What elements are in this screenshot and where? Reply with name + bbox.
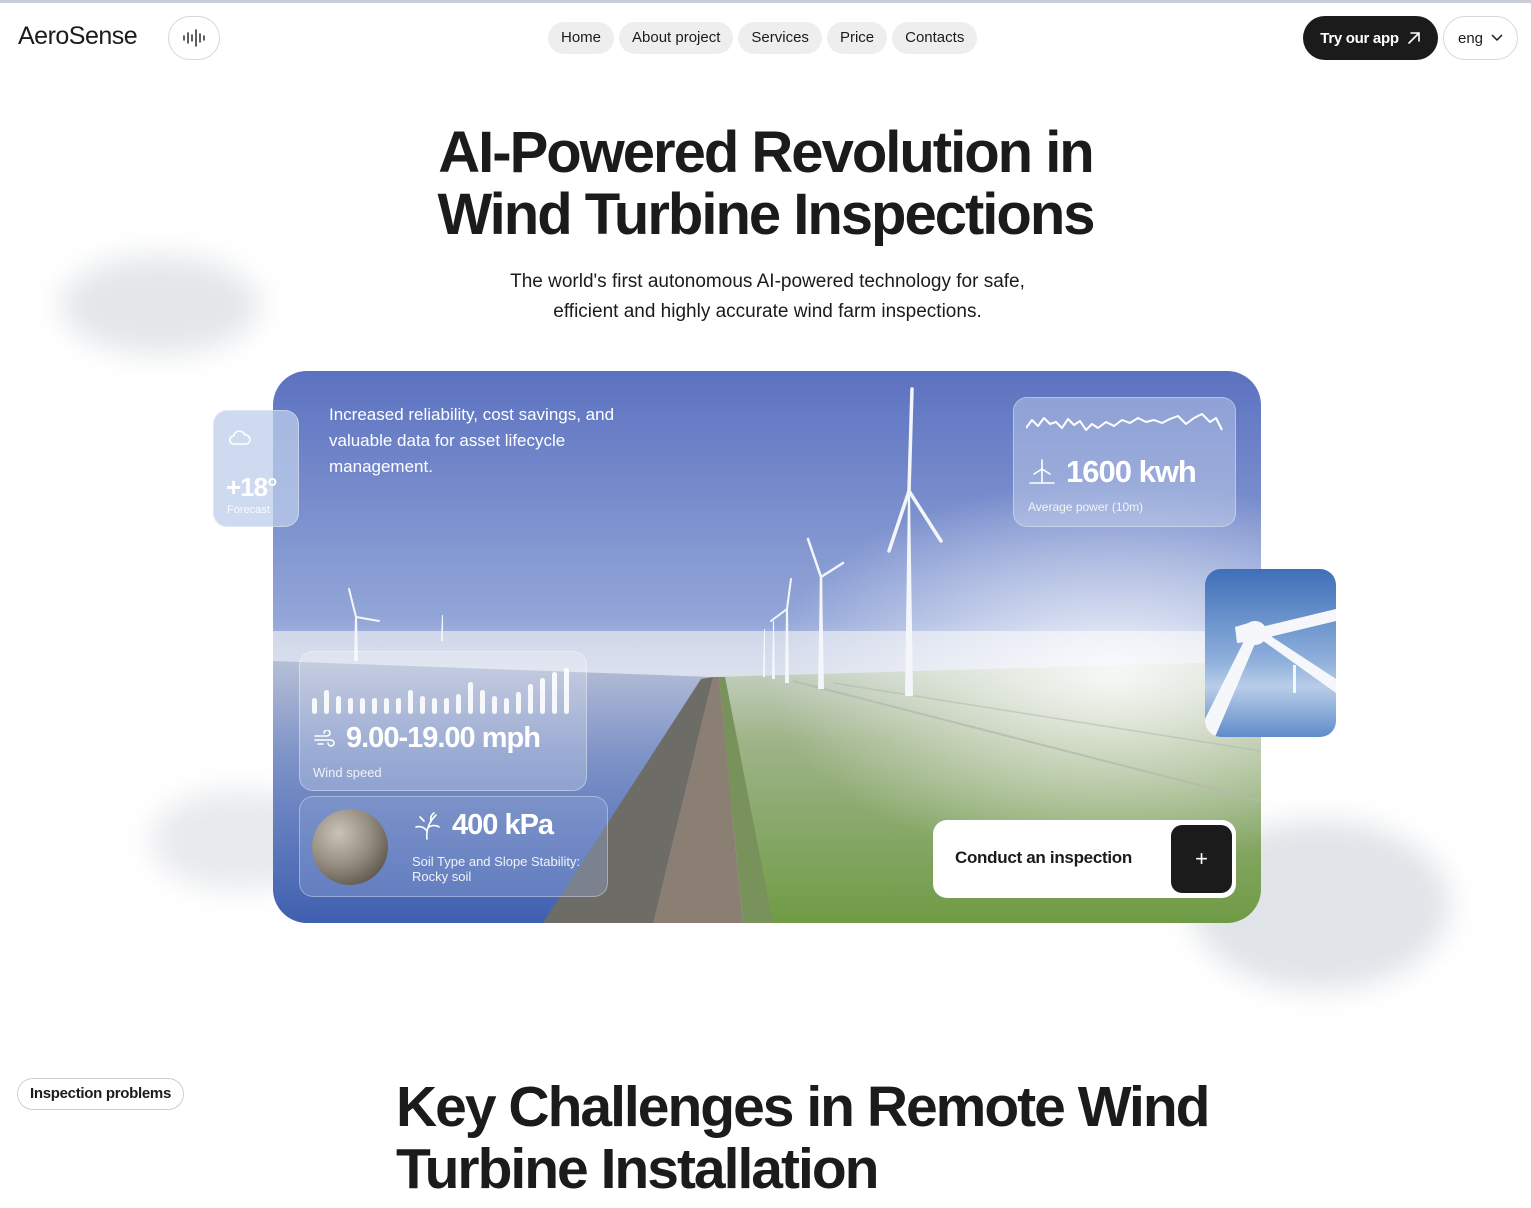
soil-widget: 400 kPa Soil Type and Slope Stability: R… <box>299 796 608 897</box>
cloud-left-top <box>60 255 260 355</box>
average-power-widget: 1600 kwh Average power (10m) <box>1013 397 1236 527</box>
try-app-label: Try our app <box>1320 29 1399 47</box>
waveform-icon <box>183 29 205 47</box>
soil-value-row: 400 kPa <box>412 809 554 842</box>
hero-tagline: Increased reliability, cost savings, and… <box>329 405 615 476</box>
cloud-icon <box>228 430 251 445</box>
hero-subtitle: The world's first autonomous AI-powered … <box>440 267 1095 327</box>
plant-icon <box>415 811 440 840</box>
nav-about-project[interactable]: About project <box>619 22 734 54</box>
conduct-inspection-label: Conduct an inspection <box>955 848 1132 867</box>
main-nav: Home About project Services Price Contac… <box>548 22 978 54</box>
forecast-widget: +18° Forecast <box>213 410 299 527</box>
chevron-down-icon <box>1491 34 1503 42</box>
nav-price[interactable]: Price <box>826 22 888 54</box>
power-value-row: 1600 kwh <box>1028 454 1197 490</box>
top-border <box>0 0 1531 3</box>
arrow-up-right-icon <box>1407 32 1420 44</box>
wind-value: 9.00-19.00 mph <box>346 722 541 754</box>
conduct-inspection-card[interactable]: Conduct an inspection + <box>933 820 1236 898</box>
hero-title: AI-Powered Revolution in Wind Turbine In… <box>300 122 1231 246</box>
key-challenges-title: Key Challenges in Remote Wind Turbine In… <box>396 1076 1256 1200</box>
nav-contacts[interactable]: Contacts <box>892 22 978 54</box>
soil-label: Soil Type and Slope Stability: Rocky soi… <box>412 854 581 884</box>
power-label: Average power (10m) <box>1028 500 1144 514</box>
voice-button[interactable] <box>168 16 220 60</box>
soil-value: 400 kPa <box>452 809 554 841</box>
wind-value-row: 9.00-19.00 mph <box>314 722 541 755</box>
plus-icon: + <box>1195 846 1208 871</box>
inspection-problems-badge: Inspection problems <box>17 1078 184 1110</box>
wind-speed-widget: 9.00-19.00 mph Wind speed <box>299 651 587 791</box>
power-sparkline <box>1026 413 1223 431</box>
hero-title-line-1: AI-Powered Revolution in <box>438 120 1094 185</box>
forecast-value: +18° <box>226 472 278 502</box>
power-value: 1600 kwh <box>1066 454 1197 489</box>
key-challenges-line-2: Turbine Installation <box>396 1137 879 1201</box>
turbine-icon <box>1029 459 1055 484</box>
language-selector[interactable]: eng <box>1443 16 1518 60</box>
try-app-button[interactable]: Try our app <box>1303 16 1438 60</box>
conduct-inspection-button[interactable]: + <box>1171 825 1232 893</box>
forecast-label: Forecast <box>227 504 270 516</box>
rock-image <box>312 809 388 885</box>
key-challenges-line-1: Key Challenges in Remote Wind <box>396 1075 1210 1139</box>
nav-services[interactable]: Services <box>738 22 822 54</box>
nav-home[interactable]: Home <box>548 22 615 54</box>
hero-subtitle-line-2: efficient and highly accurate wind farm … <box>553 301 982 322</box>
wind-icon <box>314 729 335 747</box>
wind-speed-bars <box>312 668 569 714</box>
language-value: eng <box>1457 29 1484 47</box>
hero-subtitle-line-1: The world's first autonomous AI-powered … <box>510 271 1025 292</box>
wind-label: Wind speed <box>313 765 382 780</box>
turbine-closeup-thumbnail[interactable] <box>1205 569 1336 737</box>
hero-title-line-2: Wind Turbine Inspections <box>437 182 1095 247</box>
brand-logo[interactable]: AeroSense <box>18 22 138 51</box>
